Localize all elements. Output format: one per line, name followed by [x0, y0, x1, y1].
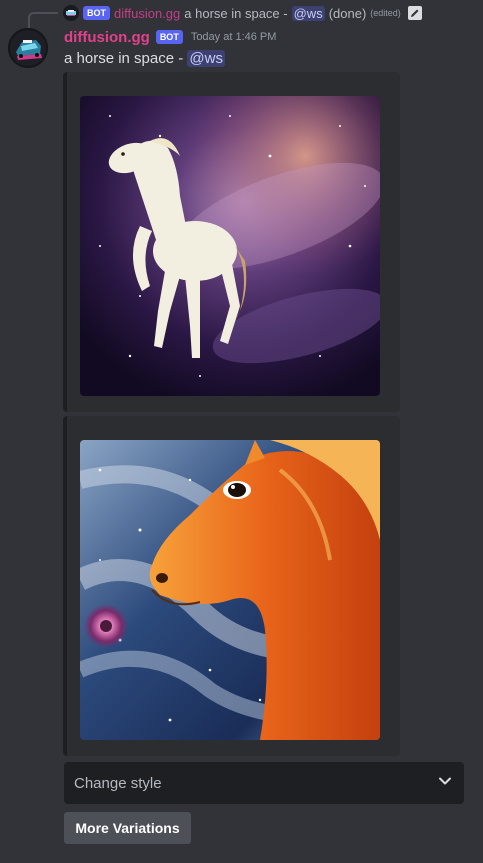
- user-mention[interactable]: @ws: [187, 50, 225, 67]
- message-content: a horse in space - @ws: [64, 50, 225, 67]
- message-text: a horse in space -: [64, 50, 184, 67]
- reply-status: (done): [328, 5, 367, 21]
- image-embed: [63, 416, 400, 756]
- chevron-down-icon: [438, 774, 452, 793]
- reply-preview[interactable]: BOT diffusion.gg a horse in space - @ws …: [63, 4, 422, 22]
- reply-edited-label: (edited): [370, 8, 401, 18]
- reply-mention[interactable]: @ws: [291, 5, 325, 21]
- reply-text: a horse in space -: [184, 5, 288, 21]
- select-placeholder: Change style: [74, 774, 162, 792]
- chat-message: BOT diffusion.gg a horse in space - @ws …: [0, 0, 483, 863]
- reply-connector: [28, 12, 58, 30]
- bot-tag: BOT: [155, 30, 183, 44]
- more-variations-button[interactable]: More Variations: [64, 812, 191, 844]
- reply-username[interactable]: diffusion.gg: [114, 6, 180, 21]
- message-header: diffusion.gg BOT Today at 1:46 PM: [64, 28, 276, 46]
- username[interactable]: diffusion.gg: [64, 29, 150, 46]
- reply-avatar[interactable]: [63, 5, 79, 21]
- image-embed: [63, 72, 400, 412]
- generated-image[interactable]: [80, 96, 380, 396]
- generated-image[interactable]: [80, 440, 380, 740]
- timestamp[interactable]: Today at 1:46 PM: [191, 31, 277, 43]
- change-style-select[interactable]: Change style: [64, 762, 464, 804]
- pencil-icon: [407, 6, 422, 20]
- bot-avatar[interactable]: [8, 28, 48, 68]
- reply-bot-tag: BOT: [83, 6, 110, 20]
